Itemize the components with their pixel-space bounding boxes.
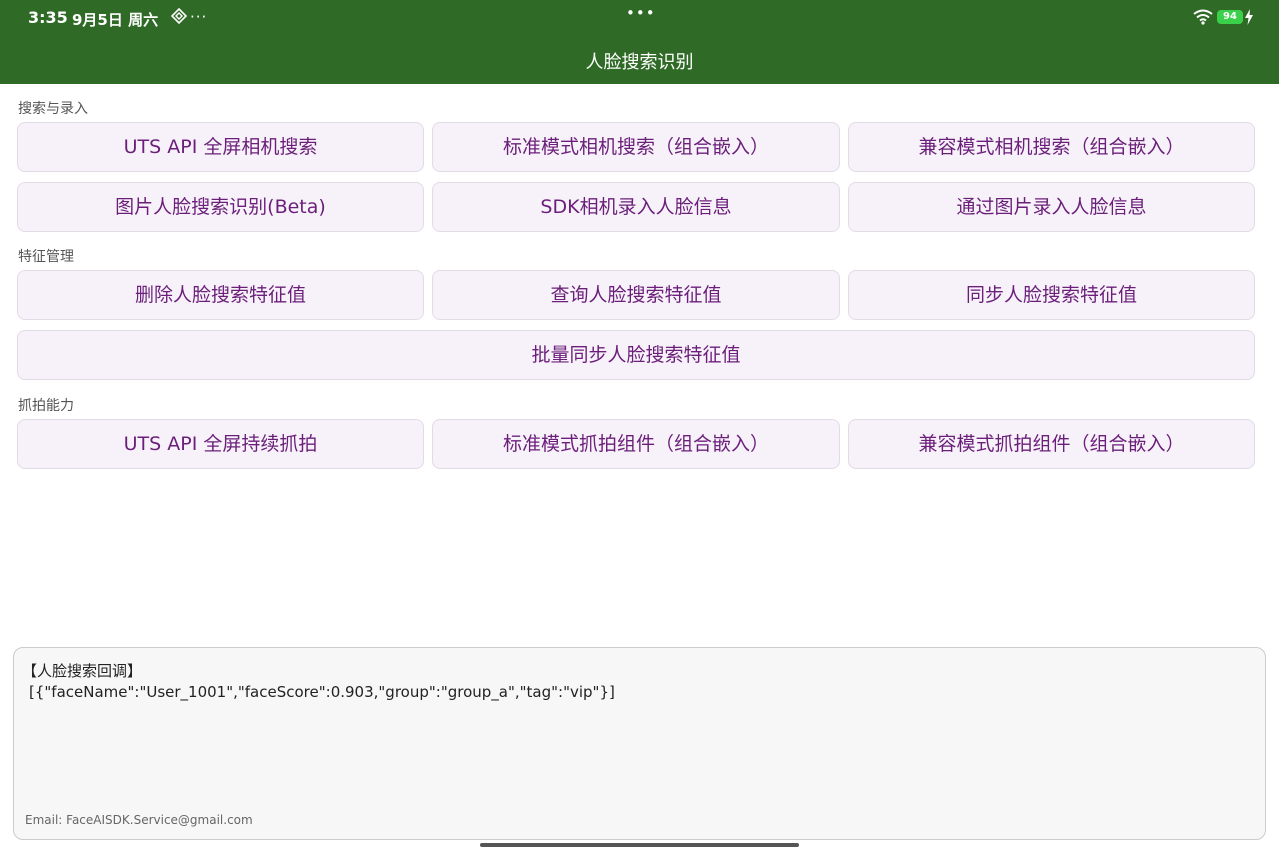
uts-fullscreen-search-button[interactable]: UTS API 全屏相机搜索: [17, 122, 424, 172]
battery-icon: 94: [1217, 10, 1243, 24]
query-features-button[interactable]: 查询人脸搜索特征值: [432, 270, 840, 320]
batch-sync-features-button[interactable]: 批量同步人脸搜索特征值: [17, 330, 1255, 380]
result-panel: 【人脸搜索回调】 [{"faceName":"User_1001","faceS…: [13, 647, 1266, 840]
compat-capture-button[interactable]: 兼容模式抓拍组件（组合嵌入）: [848, 419, 1255, 469]
section-label-search: 搜索与录入: [18, 101, 88, 117]
image-enroll-button[interactable]: 通过图片录入人脸信息: [848, 182, 1255, 232]
compat-camera-search-button[interactable]: 兼容模式相机搜索（组合嵌入）: [848, 122, 1255, 172]
section-label-features: 特征管理: [18, 249, 74, 265]
delete-features-button[interactable]: 删除人脸搜索特征值: [17, 270, 424, 320]
sdk-camera-enroll-button[interactable]: SDK相机录入人脸信息: [432, 182, 840, 232]
uts-continuous-capture-button[interactable]: UTS API 全屏持续抓拍: [17, 419, 424, 469]
image-face-search-button[interactable]: 图片人脸搜索识别(Beta): [17, 182, 424, 232]
multitask-dots-icon[interactable]: •••: [626, 4, 656, 22]
standard-capture-button[interactable]: 标准模式抓拍组件（组合嵌入）: [432, 419, 840, 469]
result-title: 【人脸搜索回调】: [22, 662, 143, 680]
contact-email: Email: FaceAISDK.Service@gmail.com: [25, 813, 253, 827]
status-more-icon: ···: [190, 8, 208, 26]
location-diamond-icon: [170, 7, 188, 25]
status-date: 9月5日 周六: [72, 11, 159, 29]
status-time: 3:35: [28, 8, 68, 27]
charging-bolt-icon: [1245, 9, 1253, 25]
standard-camera-search-button[interactable]: 标准模式相机搜索（组合嵌入）: [432, 122, 840, 172]
wifi-icon: [1193, 9, 1213, 25]
top-bar: 3:35 9月5日 周六 ··· ••• 94 人脸搜索识别: [0, 0, 1279, 84]
sync-features-button[interactable]: 同步人脸搜索特征值: [848, 270, 1255, 320]
section-label-capture: 抓拍能力: [18, 398, 74, 414]
home-indicator[interactable]: [480, 843, 799, 847]
result-json: [{"faceName":"User_1001","faceScore":0.9…: [29, 683, 615, 701]
page-title: 人脸搜索识别: [585, 52, 694, 73]
